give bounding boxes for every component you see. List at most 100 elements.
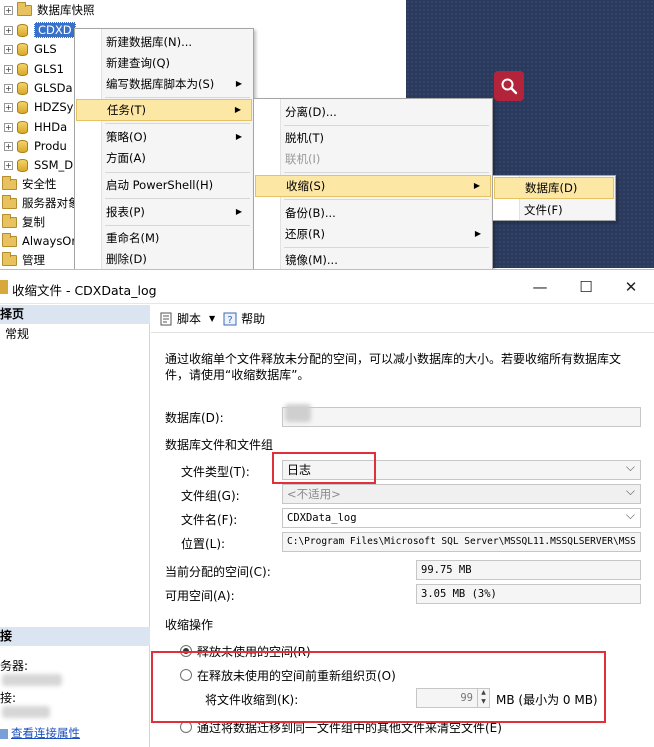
filegroup-label: 文件组(G):: [181, 489, 240, 503]
tree-node-hdzsy[interactable]: + HDZSy: [4, 98, 74, 116]
tree-node-ssm[interactable]: + SSM_D: [4, 156, 73, 174]
tree-node-label: 管理: [22, 253, 45, 267]
tree-node-label: 复制: [22, 215, 45, 229]
menu-item-start-powershell[interactable]: 启动 PowerShell(H): [76, 174, 252, 196]
filename-select[interactable]: CDXData_log: [282, 508, 641, 528]
help-label: 帮助: [241, 312, 266, 326]
menu-item-rename[interactable]: 重命名(M): [76, 227, 252, 249]
page-item-general[interactable]: 常规: [5, 325, 29, 342]
help-button[interactable]: ? 帮助: [223, 310, 265, 327]
database-label: 数据库(D):: [165, 411, 224, 425]
tree-node-security[interactable]: 安全性: [2, 175, 57, 193]
menu-item-mirror[interactable]: 镜像(M)...: [255, 249, 491, 271]
script-label: 脚本: [177, 312, 202, 326]
select-page-header: 择页: [0, 305, 150, 324]
database-icon: [17, 42, 28, 56]
menu-item-label: 策略(O): [106, 130, 148, 144]
tree-node-label: 数据库快照: [37, 3, 95, 17]
dialog-title: 收缩文件 - CDXData_log: [12, 283, 157, 298]
menu-item-script-database[interactable]: 编写数据库脚本为(S) ▶: [76, 73, 252, 95]
link-icon: [0, 728, 8, 739]
tree-node-label: HDZSy: [34, 100, 74, 114]
folder-icon: [2, 194, 17, 209]
expand-icon[interactable]: +: [4, 83, 13, 93]
tree-node-gls1[interactable]: + GLS1: [4, 60, 64, 78]
allocated-space-field: 99.75 MB: [416, 560, 641, 580]
folder-icon: [2, 175, 17, 190]
menu-item-backup[interactable]: 备份(B)...: [255, 202, 491, 224]
dialog-titlebar: 收缩文件 - CDXData_log — ☐ ✕: [0, 270, 654, 304]
tree-node-replication[interactable]: 复制: [2, 213, 45, 231]
expand-icon[interactable]: +: [4, 25, 13, 35]
annotation-box-reorganize: [151, 651, 606, 723]
menu-item-new-database[interactable]: 新建数据库(N)...: [76, 31, 252, 53]
filegroup-select: <不适用>: [282, 484, 641, 504]
files-group-title: 数据库文件和文件组: [165, 438, 274, 452]
minimize-button[interactable]: —: [517, 270, 563, 304]
context-menu-shrink: 数据库(D) 文件(F): [492, 175, 616, 221]
menu-item-reports[interactable]: 报表(P) ▶: [76, 201, 252, 223]
menu-item-bring-online: 联机(I): [285, 152, 321, 166]
menu-separator: [105, 198, 250, 199]
blurred-server-name: [2, 674, 62, 686]
folder-icon: [2, 232, 17, 247]
link-label: 查看连接属性: [11, 726, 80, 740]
dropdown-arrow-icon[interactable]: ▼: [209, 314, 215, 323]
maximize-button[interactable]: ☐: [563, 270, 609, 304]
available-space-label: 可用空间(A):: [165, 589, 235, 603]
blurred-database-name: [285, 404, 311, 422]
tree-node-label: CDXD: [34, 22, 76, 38]
menu-item-shrink[interactable]: 收缩(S) ▶: [255, 175, 491, 197]
expand-icon[interactable]: +: [4, 44, 13, 54]
context-menu-database: 新建数据库(N)... 新建查询(Q) 编写数据库脚本为(S) ▶ 任务(T) …: [74, 28, 254, 270]
tree-node-hhda[interactable]: + HHDa: [4, 118, 67, 136]
location-field: C:\Program Files\Microsoft SQL Server\MS…: [282, 532, 641, 552]
menu-item-label: 收缩(S): [286, 179, 326, 193]
menu-item-shrink-database[interactable]: 数据库(D): [494, 177, 614, 199]
tree-node-produ[interactable]: + Produ: [4, 137, 67, 155]
allocated-space-label: 当前分配的空间(C):: [165, 565, 271, 579]
expand-icon[interactable]: +: [4, 64, 13, 74]
expand-icon[interactable]: +: [4, 141, 13, 151]
tree-node-label: GLS1: [34, 62, 64, 76]
search-icon[interactable]: [494, 71, 524, 101]
submenu-arrow-icon: ▶: [235, 79, 242, 88]
menu-item-tasks[interactable]: 任务(T) ▶: [76, 99, 252, 121]
expand-icon[interactable]: +: [4, 102, 13, 112]
expand-icon[interactable]: +: [4, 5, 13, 15]
submenu-arrow-icon: ▶: [235, 207, 242, 216]
menu-separator: [284, 172, 489, 173]
description-text: 通过收缩单个文件释放未分配的空间，可以减小数据库的大小。若要收缩所有数据库文件，…: [165, 352, 622, 382]
close-button[interactable]: ✕: [608, 270, 654, 304]
submenu-arrow-icon: ▶: [473, 181, 480, 190]
menu-item-new-query[interactable]: 新建查询(Q): [76, 52, 252, 74]
connection-header: 接: [0, 627, 150, 646]
menu-item-facets[interactable]: 方面(A): [76, 147, 252, 169]
view-connection-properties-link[interactable]: 查看连接属性: [0, 725, 80, 741]
folder-icon: [2, 213, 17, 228]
menu-separator: [105, 97, 250, 98]
tree-node-server-objects[interactable]: 服务器对象: [2, 194, 80, 212]
menu-item-take-offline[interactable]: 脱机(T): [255, 127, 491, 149]
server-label: 务器:: [0, 659, 29, 673]
menu-item-label: 任务(T): [107, 103, 146, 117]
menu-item-delete[interactable]: 删除(D): [76, 248, 252, 270]
dialog-toolbar: 脚本 ▼ ? 帮助: [151, 305, 654, 333]
tree-node-glsda[interactable]: + GLSDa: [4, 79, 73, 97]
menu-item-detach[interactable]: 分离(D)...: [255, 101, 491, 123]
menu-item-restore[interactable]: 还原(R) ▶: [255, 223, 491, 245]
expand-icon[interactable]: +: [4, 122, 13, 132]
tree-node-snapshots[interactable]: + 数据库快照: [4, 1, 95, 19]
expand-icon[interactable]: +: [4, 160, 13, 170]
menu-item-policies[interactable]: 策略(O) ▶: [76, 126, 252, 148]
script-button[interactable]: 脚本 ▼: [159, 310, 215, 327]
menu-item-label: 报表(P): [106, 205, 145, 219]
tree-node-gls[interactable]: + GLS: [4, 40, 57, 58]
submenu-arrow-icon: ▶: [474, 229, 481, 238]
tree-node-cdxdata[interactable]: + CDXD: [4, 21, 76, 39]
database-icon: [17, 139, 28, 153]
menu-item-shrink-files[interactable]: 文件(F): [494, 199, 614, 221]
tree-node-management[interactable]: 管理: [2, 251, 45, 268]
tree-node-alwayson[interactable]: AlwaysOn: [2, 232, 79, 250]
tree-node-label: GLS: [34, 42, 57, 56]
